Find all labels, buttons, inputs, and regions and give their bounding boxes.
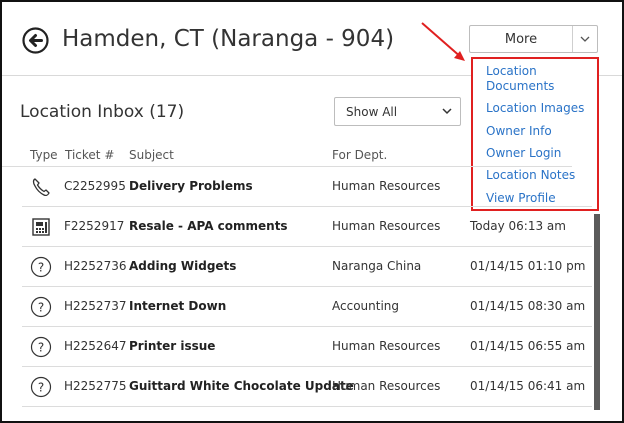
ticket-subject[interactable]: Adding Widgets xyxy=(129,259,236,273)
ticket-dept: Human Resources xyxy=(332,379,441,393)
fax-icon xyxy=(32,218,50,236)
chevron-down-icon xyxy=(442,108,452,115)
ticket-subject[interactable]: Delivery Problems xyxy=(129,179,253,193)
svg-text:?: ? xyxy=(38,301,44,315)
ticket-time: 01/14/15 08:30 am xyxy=(470,299,586,313)
more-button-label: More xyxy=(504,31,538,47)
ticket-dept: Human Resources xyxy=(332,219,441,233)
table-row[interactable]: C2252995 Delivery Problems Human Resourc… xyxy=(22,167,592,207)
ticket-subject[interactable]: Resale - APA comments xyxy=(129,219,288,233)
question-icon: ? xyxy=(30,376,52,398)
menu-item-location-images[interactable]: Location Images xyxy=(486,101,596,116)
ticket-number: H2252737 xyxy=(64,299,127,313)
table-row[interactable]: F2252917 Resale - APA comments Human Res… xyxy=(22,207,592,247)
annotation-arrow-icon xyxy=(421,22,465,61)
question-icon: ? xyxy=(30,336,52,358)
chevron-down-icon[interactable] xyxy=(573,36,597,43)
ticket-time: Today 06:13 am xyxy=(470,219,566,233)
question-icon: ? xyxy=(30,256,52,278)
page-title: Hamden, CT (Naranga - 904) xyxy=(62,26,395,52)
ticket-dept: Human Resources xyxy=(332,339,441,353)
app-frame: Hamden, CT (Naranga - 904) More Location… xyxy=(0,0,624,423)
table-row[interactable]: ? H2252736 Adding Widgets Naranga China … xyxy=(22,247,592,287)
column-header-subject[interactable]: Subject xyxy=(129,148,174,162)
table-row[interactable]: ? H2252647 Printer issue Human Resources… xyxy=(22,327,592,367)
ticket-subject[interactable]: Guittard White Chocolate Update xyxy=(129,379,354,393)
filter-value: Show All xyxy=(346,104,398,119)
svg-text:?: ? xyxy=(38,341,44,355)
question-icon: ? xyxy=(30,296,52,318)
column-header-type[interactable]: Type xyxy=(30,148,58,162)
ticket-number: H2252775 xyxy=(64,379,127,393)
ticket-subject[interactable]: Internet Down xyxy=(129,299,226,313)
table-row[interactable]: ? H2252737 Internet Down Accounting 01/1… xyxy=(22,287,592,327)
ticket-time: 01/14/15 01:10 pm xyxy=(470,259,586,273)
table-row[interactable]: ? H2252775 Guittard White Chocolate Upda… xyxy=(22,367,592,407)
show-filter-select[interactable]: Show All xyxy=(334,97,461,126)
menu-item-owner-info[interactable]: Owner Info xyxy=(486,124,596,139)
phone-icon xyxy=(32,178,50,197)
ticket-number: H2252647 xyxy=(64,339,127,353)
menu-item-location-documents[interactable]: Location Documents xyxy=(486,64,596,94)
ticket-number: H2252736 xyxy=(64,259,127,273)
ticket-subject[interactable]: Printer issue xyxy=(129,339,215,353)
column-header-dept[interactable]: For Dept. xyxy=(332,148,387,162)
svg-text:?: ? xyxy=(38,261,44,275)
ticket-dept: Naranga China xyxy=(332,259,422,273)
ticket-number: F2252917 xyxy=(64,219,125,233)
inbox-title: Location Inbox (17) xyxy=(20,102,185,122)
back-arrow-icon[interactable] xyxy=(22,27,49,54)
ticket-dept: Human Resources xyxy=(332,179,441,193)
more-button[interactable]: More xyxy=(469,25,598,53)
svg-text:?: ? xyxy=(38,381,44,395)
ticket-time: 01/14/15 06:41 am xyxy=(470,379,586,393)
ticket-number: C2252995 xyxy=(64,179,126,193)
column-header-ticket[interactable]: Ticket # xyxy=(65,148,114,162)
ticket-dept: Accounting xyxy=(332,299,400,313)
menu-item-owner-login[interactable]: Owner Login xyxy=(486,146,596,161)
scrollbar[interactable] xyxy=(594,214,600,410)
ticket-time: 01/14/15 06:55 am xyxy=(470,339,586,353)
